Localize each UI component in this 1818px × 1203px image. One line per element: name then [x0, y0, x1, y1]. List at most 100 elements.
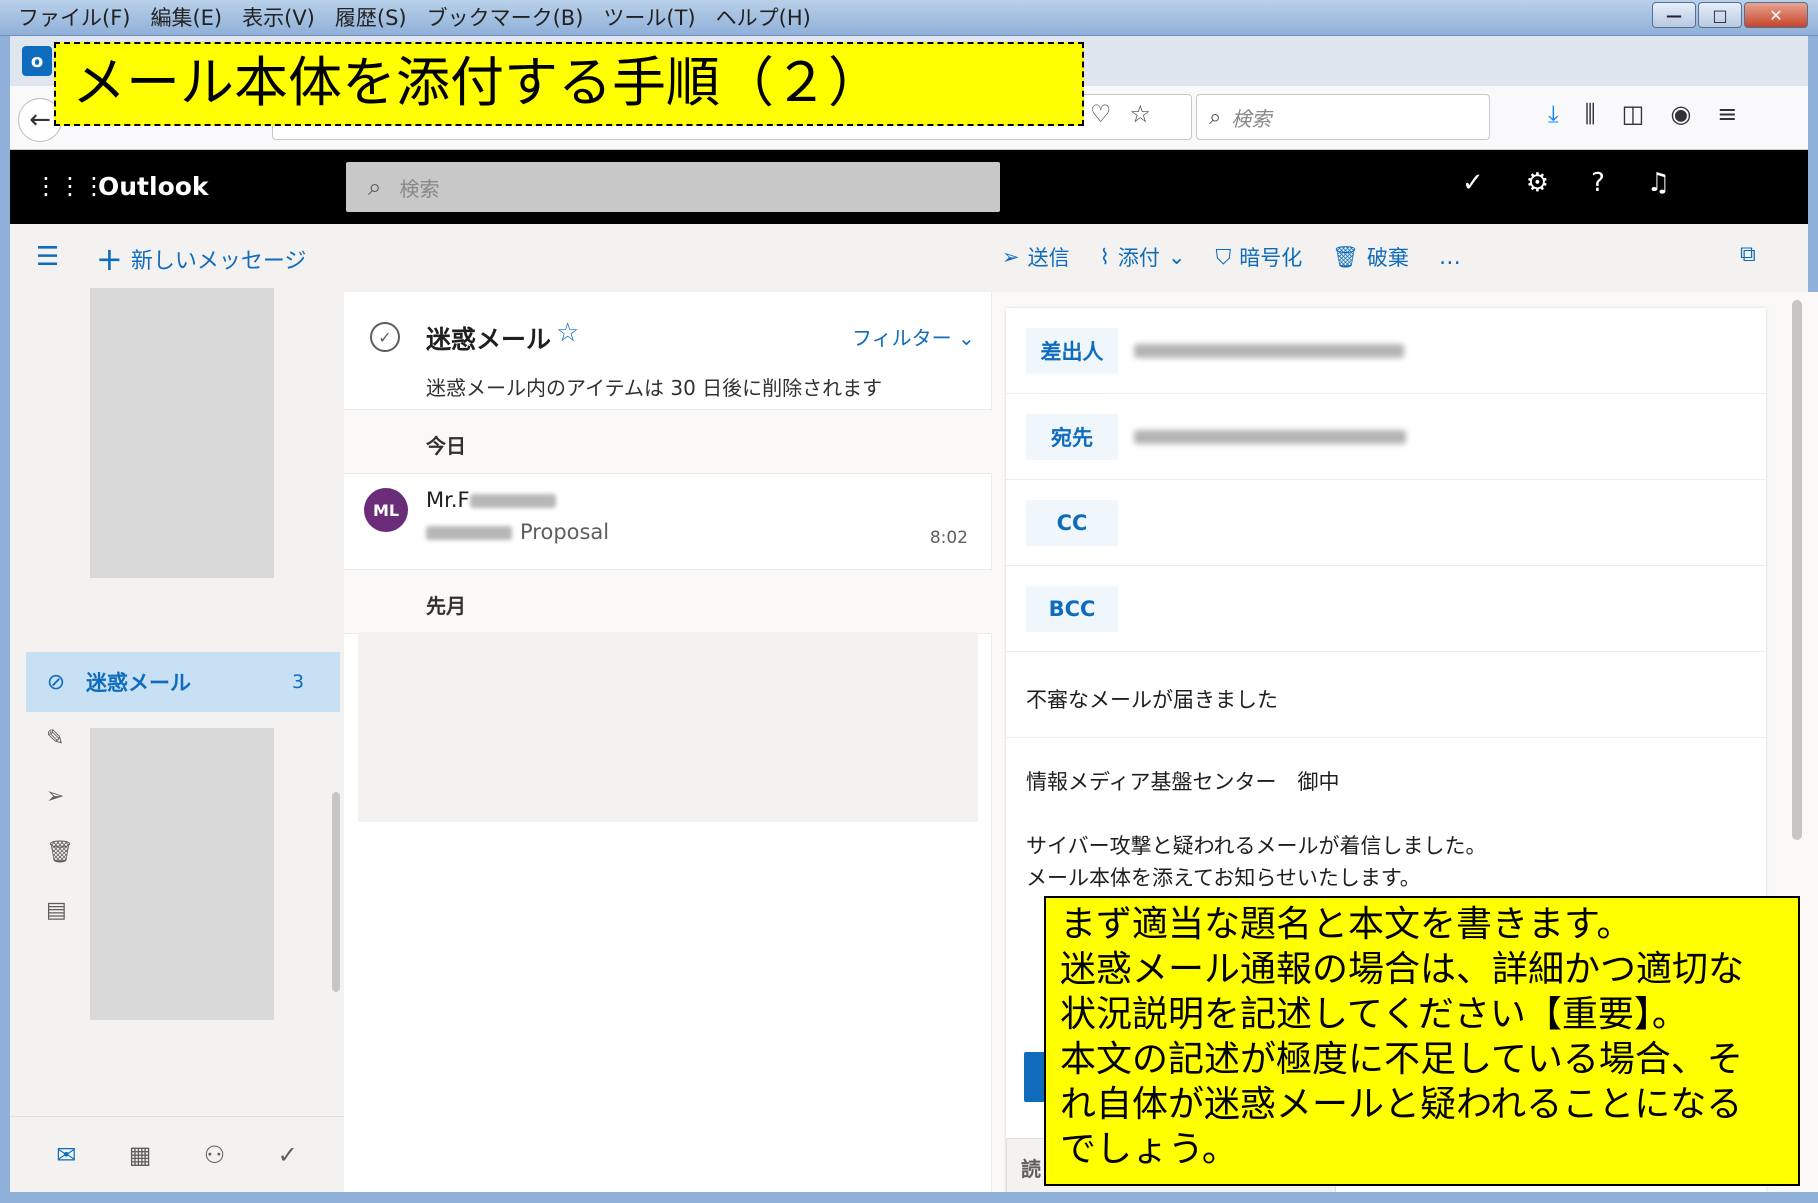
sidebar-icon[interactable]: ◫: [1622, 100, 1645, 128]
sent-icon[interactable]: ➢: [46, 784, 64, 809]
message-list-placeholder: [358, 632, 978, 822]
send-icon: ➢: [1002, 245, 1020, 269]
outlook-favicon-icon[interactable]: o: [22, 46, 52, 76]
bookmark-star-icon[interactable]: ☆: [1130, 100, 1152, 128]
folder-pane-scrollbar[interactable]: [332, 792, 340, 992]
new-message-label: 新しいメッセージ: [130, 249, 307, 274]
popout-icon[interactable]: ⧉: [1740, 242, 1756, 267]
body-line: 情報メディア基盤センター 御中: [1026, 770, 1340, 794]
callout-note-line: 迷惑メール通報の場合は、詳細かつ適切な: [1060, 949, 1745, 990]
reading-pane-scrollbar[interactable]: [1792, 300, 1802, 840]
outlook-brand[interactable]: Outlook: [98, 172, 209, 201]
callout-note-line: 状況説明を記述してください【重要】。: [1060, 994, 1688, 1035]
callout-note-line: れ自体が迷惑メールと疑われることになる: [1060, 1084, 1743, 1125]
list-item[interactable]: ML Mr.F Proposal 8:02: [344, 474, 992, 570]
folder-list-placeholder-bottom: [90, 728, 274, 1020]
url-bar-actions: ♡ ☆: [1090, 100, 1151, 128]
folder-junk[interactable]: ⊘ 迷惑メール 3: [26, 652, 340, 712]
group-last-month-label: 先月: [426, 594, 466, 618]
mail-icon[interactable]: ✉: [56, 1141, 76, 1169]
from-row: 差出人: [1006, 308, 1766, 394]
gear-icon[interactable]: ⚙: [1526, 168, 1549, 198]
encrypt-label: 暗号化: [1239, 246, 1303, 270]
bcc-button[interactable]: BCC: [1026, 586, 1118, 632]
attach-button[interactable]: ⌇ 添付 ⌄: [1100, 242, 1186, 272]
window-frame-left: [0, 36, 10, 1196]
bell-icon[interactable]: ♫: [1647, 168, 1670, 198]
browser-search-box[interactable]: ⌕ 検索: [1196, 94, 1490, 140]
cc-row: CC: [1006, 480, 1766, 566]
people-icon[interactable]: ⚇: [204, 1141, 226, 1169]
window-frame-bottom: [0, 1192, 1818, 1203]
outlook-search-input[interactable]: ⌕ 検索: [346, 162, 1000, 212]
calendar-icon[interactable]: ▦: [129, 1141, 152, 1169]
to-button[interactable]: 宛先: [1026, 414, 1118, 460]
subject-text: 不審なメールが届きました: [1026, 688, 1278, 712]
plus-icon: +: [96, 240, 123, 278]
close-window-button[interactable]: ✕: [1744, 2, 1808, 28]
redacted-from-address: [1134, 344, 1404, 358]
nav-toggle-icon[interactable]: ☰: [36, 242, 59, 272]
folder-junk-count: 3: [292, 671, 305, 693]
encrypt-button[interactable]: ⛉ 暗号化: [1215, 242, 1302, 272]
message-subject: Proposal: [426, 520, 609, 544]
compose-actions: ➢ 送信 ⌇ 添付 ⌄ ⛉ 暗号化 🗑 破棄 …: [1002, 242, 1461, 272]
outlook-search-placeholder: 検索: [399, 176, 440, 201]
command-bar: ☰ + 新しいメッセージ ➢ 送信 ⌇ 添付 ⌄ ⛉ 暗号化 🗑 破棄 … ⧉: [10, 224, 1808, 292]
group-header-last-month: 先月: [344, 570, 992, 634]
sender-visible-text: Mr.F: [426, 488, 470, 512]
attach-label: 添付: [1117, 246, 1160, 270]
favorite-star-icon[interactable]: ☆: [556, 318, 579, 348]
menu-file[interactable]: ファイル(F): [8, 0, 140, 34]
folder-pane: ⊘ 迷惑メール 3 ✎ ➢ 🗑 ▤ ✉ ▦ ⚇ ✓: [10, 288, 344, 1192]
select-all-icon[interactable]: ✓: [370, 322, 400, 352]
archive-icon[interactable]: ▤: [46, 898, 67, 923]
send-label: 送信: [1027, 246, 1070, 270]
todo-check-icon[interactable]: ✓: [1462, 168, 1484, 198]
download-icon[interactable]: ⤓: [1548, 100, 1559, 128]
folder-list-placeholder-top: [90, 288, 274, 578]
pencil-icon[interactable]: ✎: [46, 726, 64, 751]
junk-retention-notice: 迷惑メール内のアイテムは 30 日後に削除されます: [426, 376, 883, 400]
body-line: サイバー攻撃と疑われるメールが着信しました。: [1026, 834, 1487, 858]
browser-toolbar-icons: ⤓ ⫼ ◫ ◉ ≡: [1548, 100, 1737, 128]
filter-button[interactable]: フィルター ⌄: [852, 322, 975, 351]
redacted-sender: [469, 494, 556, 508]
subject-field[interactable]: 不審なメールが届きました: [1006, 652, 1766, 738]
subject-visible-text: Proposal: [520, 520, 610, 544]
deleted-icon[interactable]: 🗑: [46, 840, 74, 865]
new-message-button[interactable]: + 新しいメッセージ: [96, 240, 306, 278]
to-row: 宛先: [1006, 394, 1766, 480]
library-icon[interactable]: ⫼: [1585, 100, 1596, 128]
menu-view[interactable]: 表示(V): [232, 0, 325, 34]
more-actions-button[interactable]: …: [1439, 245, 1461, 270]
message-time: 8:02: [929, 528, 968, 548]
from-button[interactable]: 差出人: [1026, 328, 1118, 374]
callout-note-line: 本文の記述が極度に不足している場合、そ: [1060, 1039, 1743, 1080]
discard-button[interactable]: 🗑 破棄: [1332, 242, 1409, 272]
sender-name: Mr.F: [426, 488, 556, 512]
menu-history[interactable]: 履歴(S): [325, 0, 417, 34]
body-line: メール本体を添えてお知らせいたします。: [1026, 866, 1421, 890]
hamburger-menu-icon[interactable]: ≡: [1717, 100, 1737, 128]
menu-tools[interactable]: ツール(T): [593, 0, 705, 34]
send-button[interactable]: ➢ 送信: [1002, 242, 1070, 272]
cc-button[interactable]: CC: [1026, 500, 1118, 546]
menu-help[interactable]: ヘルプ(H): [706, 0, 821, 34]
account-icon[interactable]: ◉: [1670, 100, 1691, 128]
pocket-icon[interactable]: ♡: [1090, 100, 1112, 128]
todo-icon[interactable]: ✓: [278, 1141, 298, 1169]
avatar: ML: [364, 488, 408, 532]
minimize-button[interactable]: —: [1652, 2, 1696, 28]
header-icons: ✓ ⚙ ? ♫: [1462, 168, 1670, 198]
help-icon[interactable]: ?: [1591, 168, 1605, 198]
maximize-button[interactable]: □: [1698, 2, 1742, 28]
menu-bookmarks[interactable]: ブックマーク(B): [417, 0, 594, 34]
app-launcher-icon[interactable]: ⋮⋮⋮: [34, 172, 106, 200]
redacted-subject: [426, 526, 512, 540]
menu-edit[interactable]: 編集(E): [140, 0, 232, 34]
browser-search-placeholder: 検索: [1231, 106, 1272, 131]
callout-title: メール本体を添付する手順（２）: [54, 42, 1084, 126]
chevron-down-icon: ⌄: [1167, 245, 1186, 269]
trash-icon: 🗑: [1332, 244, 1359, 269]
